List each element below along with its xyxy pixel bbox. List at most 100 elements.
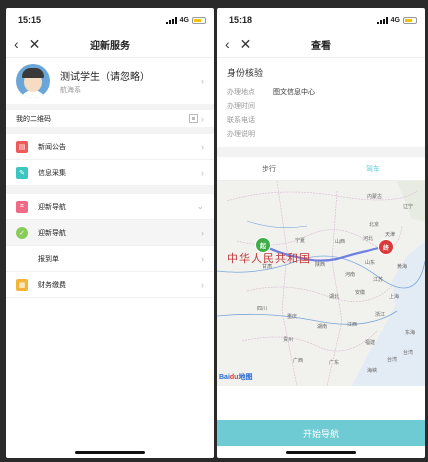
profile-name: 测试学生（请忽略） [60, 71, 150, 83]
signal-icon [165, 16, 177, 24]
baidu-map-logo: Baidu地图 [219, 374, 253, 381]
my-qrcode-row[interactable]: 我的二维码 › [6, 110, 214, 134]
chevron-icon: › [201, 141, 204, 152]
menu-item[interactable]: ▤ 新闻公告 › [6, 134, 214, 160]
start-pin-icon[interactable]: 起 [256, 238, 270, 252]
chevron-icon: › [201, 253, 204, 264]
chevron-right-icon: › [201, 113, 204, 124]
route-mode-tabs: 步行 驾车 [217, 157, 425, 181]
map-place-label: 贵州 [283, 337, 294, 343]
profile-dept: 航海系 [60, 86, 81, 94]
section-title: 身份核验 [227, 68, 264, 78]
menu-item-label: 报到单 [38, 255, 59, 263]
close-icon[interactable]: ✕ [29, 36, 41, 53]
info-label: 联系电话 [227, 117, 255, 124]
menu-item[interactable]: ✎ 信息采集 › [6, 160, 214, 186]
map-place-label: 东海 [405, 330, 416, 336]
signal-icon [376, 16, 388, 24]
network-type: 4G [179, 16, 189, 24]
map-place-label: 广西 [293, 358, 304, 364]
status-bar: 15:18 4G [217, 8, 425, 32]
map-place-label: 湖南 [317, 324, 328, 330]
status-time: 15:18 [229, 15, 253, 25]
start-navigation-button[interactable]: 开始导航 [217, 420, 425, 446]
info-row: 办理地点 图文信息中心 [217, 85, 425, 99]
map-place-label: 浙江 [375, 312, 386, 318]
map-place-label: 山西 [335, 239, 346, 245]
qrcode-icon [189, 114, 198, 123]
map-place-label: 海峡 [367, 368, 378, 374]
map-place-label: 天津 [385, 232, 396, 238]
chevron-icon: › [201, 167, 204, 178]
menu-item[interactable]: 报到单 › [6, 246, 214, 272]
chevron-right-icon: › [201, 76, 204, 86]
menu-item-icon: ✎ [16, 166, 28, 179]
chevron-icon: ⌄ [196, 201, 204, 211]
map-place-label: 辽宁 [403, 204, 414, 210]
end-pin-icon[interactable]: 终 [379, 240, 393, 254]
divider [217, 147, 425, 157]
menu-item-label: 财务缴费 [38, 281, 66, 289]
close-icon[interactable]: ✕ [240, 36, 252, 53]
map-place-label: 江苏 [373, 277, 384, 283]
map-place-label: 上海 [389, 294, 400, 300]
tab-walk[interactable]: 步行 [217, 157, 321, 180]
menu-item-icon: ✓ [16, 226, 28, 239]
country-label: 中华人民共和国 [227, 253, 311, 265]
map-place-label: 河南 [345, 272, 356, 278]
map-place-label: 北京 [369, 222, 380, 228]
info-label: 办理地点 [227, 89, 255, 96]
map-place-label: 台湾 [387, 357, 398, 363]
map-place-label: 安徽 [355, 290, 366, 296]
map-place-label: 陕西 [315, 262, 326, 268]
home-indicator [75, 451, 145, 454]
map-place-label: 河北 [363, 236, 374, 242]
map-place-label: 江西 [347, 322, 358, 328]
left-phone-screen: 15:15 4G ‹ ✕ 迎新服务 测试学生（请忽略） 航海系 › 我的二维码 … [6, 8, 214, 458]
route-map[interactable]: 内蒙古 辽宁 北京 宁夏 山西 河北 天津 甘肃 陕西 山东 河南 江苏 黄海 … [217, 181, 425, 386]
battery-icon [192, 16, 206, 24]
map-place-label: 黄海 [397, 264, 408, 270]
menu-item-icon: ⌗ [16, 200, 28, 213]
map-place-label: 重庆 [287, 314, 298, 320]
home-indicator [286, 451, 356, 454]
menu-item-label: 信息采集 [38, 169, 66, 177]
info-label: 办理时间 [227, 103, 255, 110]
nav-bar: ‹ ✕ 迎新服务 [6, 32, 214, 58]
menu-item-icon: ▦ [16, 278, 28, 291]
info-row: 办理时间 [217, 99, 425, 113]
chevron-icon: › [201, 227, 204, 238]
status-time: 15:15 [18, 15, 42, 25]
battery-icon [403, 16, 417, 24]
menu-item-label: 新闻公告 [38, 143, 66, 151]
info-row: 联系电话 [217, 113, 425, 127]
menu-group-2: ⌗ 迎新导航 ⌄ ✓ 迎新导航 › 报到单 › ▦ 财务缴费 › [6, 194, 214, 298]
info-list: 办理地点 图文信息中心办理时间联系电话办理说明 [217, 85, 425, 141]
network-type: 4G [390, 16, 400, 24]
status-bar: 15:15 4G [6, 8, 214, 32]
menu-item[interactable]: ✓ 迎新导航 › [6, 220, 214, 246]
menu-item-icon: ▤ [16, 140, 28, 153]
menu-item-icon [16, 253, 28, 265]
info-value: 图文信息中心 [273, 89, 315, 96]
map-place-label: 广东 [329, 360, 340, 366]
back-icon[interactable]: ‹ [14, 36, 19, 53]
avatar [16, 64, 50, 98]
menu-item[interactable]: ▦ 财务缴费 › [6, 272, 214, 298]
right-phone-screen: 15:18 4G ‹ ✕ 查看 身份核验 办理地点 图文信息中心 办理时间 联系电话办… [217, 8, 425, 458]
profile-card[interactable]: 测试学生（请忽略） 航海系 › [6, 58, 214, 110]
menu-group-1: ▤ 新闻公告 › ✎ 信息采集 › [6, 134, 214, 186]
menu-item[interactable]: ⌗ 迎新导航 ⌄ [6, 194, 214, 220]
back-icon[interactable]: ‹ [225, 36, 230, 53]
info-row: 办理说明 [217, 127, 425, 141]
map-place-label: 内蒙古 [367, 194, 383, 200]
chevron-icon: › [201, 279, 204, 290]
info-label: 办理说明 [227, 131, 255, 138]
menu-item-label: 迎新导航 [38, 203, 66, 211]
map-place-label: 四川 [257, 306, 268, 312]
map-place-label: 山东 [365, 260, 376, 266]
tab-drive[interactable]: 驾车 [321, 157, 425, 180]
nav-bar: ‹ ✕ 查看 [217, 32, 425, 58]
menu-item-label: 迎新导航 [38, 229, 66, 237]
map-place-label: 湖北 [329, 294, 340, 300]
